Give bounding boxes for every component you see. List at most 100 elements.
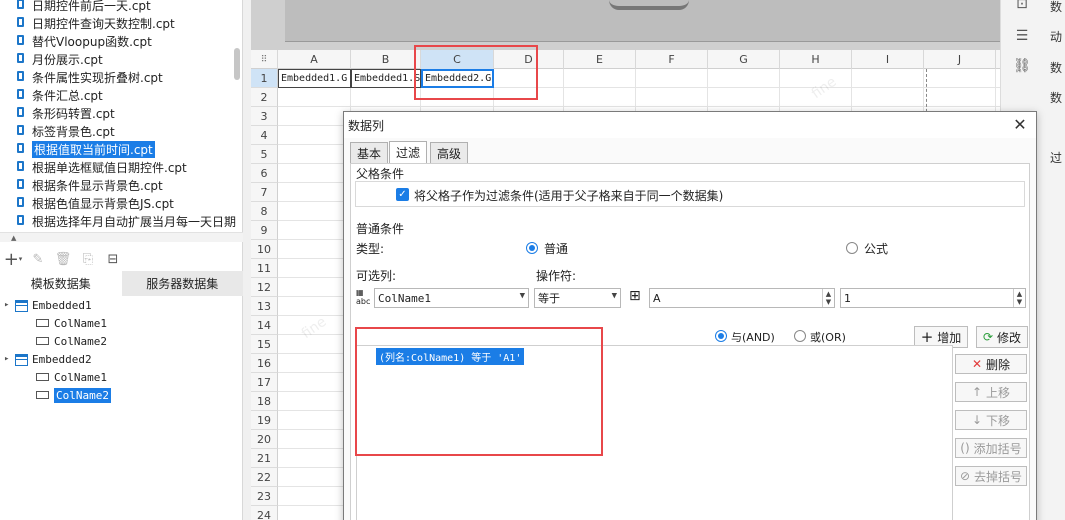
delete-condition-button[interactable]: ✕ 删除 <box>955 354 1027 374</box>
file-item[interactable]: 根据值取当前时间.cpt <box>16 140 236 158</box>
file-item[interactable]: 条形码转置.cpt <box>16 104 236 122</box>
file-item[interactable]: 条件属性实现折叠树.cpt <box>16 68 236 86</box>
row-header[interactable]: 6 <box>251 164 278 183</box>
move-down-button[interactable]: ↓ 下移 <box>955 410 1027 430</box>
and-radio[interactable] <box>715 330 727 342</box>
column-header[interactable]: F <box>636 50 708 69</box>
tree-dataset-node[interactable]: ▸ Embedded1 <box>4 296 92 314</box>
expand-icon[interactable]: ▸ <box>4 354 14 364</box>
move-up-button[interactable]: ↑ 上移 <box>955 382 1027 402</box>
row-header[interactable]: 20 <box>251 430 278 449</box>
delete-button[interactable]: 🗑 <box>54 250 72 268</box>
column-header[interactable]: J <box>924 50 996 69</box>
column-header[interactable]: I <box>852 50 924 69</box>
file-item[interactable]: 月份展示.cpt <box>16 50 236 68</box>
row-header[interactable]: 13 <box>251 297 278 316</box>
file-item[interactable]: 根据单选框赋值日期控件.cpt <box>16 158 236 176</box>
tree-column-node[interactable]: ColName1 <box>36 314 107 332</box>
column-header[interactable]: G <box>708 50 780 69</box>
report-file-icon <box>16 125 26 137</box>
tab-advanced[interactable]: 高级 <box>430 142 469 164</box>
row-header[interactable]: 17 <box>251 373 278 392</box>
select-all-corner[interactable]: ⠿ <box>251 50 278 69</box>
row-header[interactable]: 21 <box>251 449 278 468</box>
file-item[interactable]: 根据选择年月自动扩展当月每一天日期 <box>16 212 236 230</box>
cell-element-icon[interactable]: ⊡ <box>1013 0 1031 12</box>
row-header[interactable]: 15 <box>251 335 278 354</box>
tab-filter[interactable]: 过滤 <box>389 141 428 164</box>
file-list-scrollbar[interactable] <box>234 48 240 80</box>
column-header[interactable]: B <box>351 50 421 69</box>
tree-column-node[interactable]: ColName1 <box>36 368 107 386</box>
file-item[interactable]: 根据色值显示背景色JS.cpt <box>16 194 236 212</box>
row-header[interactable]: 19 <box>251 411 278 430</box>
row-header[interactable]: 4 <box>251 126 278 145</box>
column-select[interactable]: ColName1 ▼ <box>374 288 529 308</box>
file-item[interactable]: 标签背景色.cpt <box>16 122 236 140</box>
add-bracket-button[interactable]: () 添加括号 <box>955 438 1027 458</box>
expand-icon[interactable]: ▸ <box>4 300 14 310</box>
file-item[interactable]: 条件汇总.cpt <box>16 86 236 104</box>
tree-column-node[interactable]: ColName2 <box>36 386 111 404</box>
row-header[interactable]: 11 <box>251 259 278 278</box>
column-header[interactable]: H <box>780 50 852 69</box>
row-header[interactable]: 23 <box>251 487 278 506</box>
row-header[interactable]: 8 <box>251 202 278 221</box>
cell-attr-icon[interactable]: ☰ <box>1013 28 1031 44</box>
value-a-field[interactable]: A ▲ ▼ <box>649 288 835 308</box>
file-item[interactable]: 日期控件查询天数控制.cpt <box>16 14 236 32</box>
remove-bracket-button[interactable]: ⊘ 去掉括号 <box>955 466 1027 486</box>
cell-b1[interactable]: Embedded1.S <box>351 69 421 88</box>
tab-basic[interactable]: 基本 <box>350 142 389 164</box>
row-header[interactable]: 12 <box>251 278 278 297</box>
dialog-titlebar[interactable]: 数据列 ✕ <box>344 112 1036 138</box>
column-header-bar: ⠿ ABCDEFGHIJ <box>251 50 1000 69</box>
tree-column-node[interactable]: ColName2 <box>36 332 107 350</box>
report-file-icon <box>16 17 26 29</box>
value-b-field[interactable]: 1 ▲ ▼ <box>840 288 1026 308</box>
tree-dataset-node[interactable]: ▸ Embedded2 <box>4 350 92 368</box>
column-type-icon[interactable]: ▦ abc <box>356 288 376 308</box>
right-label-3: 数 <box>1050 61 1063 75</box>
spinner-icon[interactable]: ▲ ▼ <box>1013 289 1025 307</box>
column-header[interactable]: E <box>564 50 636 69</box>
preview-button[interactable]: ⎘ <box>79 250 97 268</box>
column-select-value: ColName1 <box>378 291 431 305</box>
or-radio[interactable] <box>794 330 806 342</box>
row-header[interactable]: 1 <box>251 69 278 88</box>
link-icon[interactable]: ⛓ <box>1013 58 1031 74</box>
close-button[interactable]: ✕ <box>1010 114 1030 134</box>
row-header[interactable]: 3 <box>251 107 278 126</box>
add-dataset-button[interactable]: + ▾ <box>4 249 23 270</box>
row-header[interactable]: 10 <box>251 240 278 259</box>
file-item[interactable]: 日期控件前后一天.cpt <box>16 0 236 14</box>
row-header[interactable]: 18 <box>251 392 278 411</box>
row-header[interactable]: 16 <box>251 354 278 373</box>
value-type-icon[interactable]: ⊞ <box>629 288 641 304</box>
modify-condition-button[interactable]: ⟳ 修改 <box>976 326 1028 348</box>
type-formula-radio[interactable] <box>846 242 858 254</box>
parent-condition-title: 父格条件 <box>356 167 405 181</box>
row-header[interactable]: 9 <box>251 221 278 240</box>
row-header[interactable]: 5 <box>251 145 278 164</box>
row-header[interactable]: 24 <box>251 506 278 520</box>
tab-template-dataset[interactable]: 模板数据集 <box>0 271 122 296</box>
parent-filter-checkbox[interactable]: ✓ <box>396 188 409 201</box>
tab-server-dataset[interactable]: 服务器数据集 <box>121 271 243 296</box>
panel-splitter[interactable]: ▲ <box>0 232 243 242</box>
spinner-icon[interactable]: ▲ ▼ <box>822 289 834 307</box>
data-column-dialog: 数据列 ✕ 基本 过滤 高级 父格条件 ✓ 将父格子作为过滤条件(适用于父子格来… <box>343 111 1037 520</box>
operator-select[interactable]: 等于 ▼ <box>534 288 621 308</box>
edit-button[interactable]: ✎ <box>29 250 47 268</box>
row-header[interactable]: 22 <box>251 468 278 487</box>
column-header[interactable]: A <box>278 50 351 69</box>
cell-a1[interactable]: Embedded1.G <box>278 69 351 88</box>
dataset-param-button[interactable]: ⊟ <box>104 250 122 268</box>
grid-dots-icon: ⠿ <box>260 54 268 65</box>
row-header[interactable]: 7 <box>251 183 278 202</box>
row-header[interactable]: 14 <box>251 316 278 335</box>
row-header[interactable]: 2 <box>251 88 278 107</box>
type-normal-radio[interactable] <box>526 242 538 254</box>
file-item[interactable]: 替代Vloopup函数.cpt <box>16 32 236 50</box>
file-item[interactable]: 根据条件显示背景色.cpt <box>16 176 236 194</box>
